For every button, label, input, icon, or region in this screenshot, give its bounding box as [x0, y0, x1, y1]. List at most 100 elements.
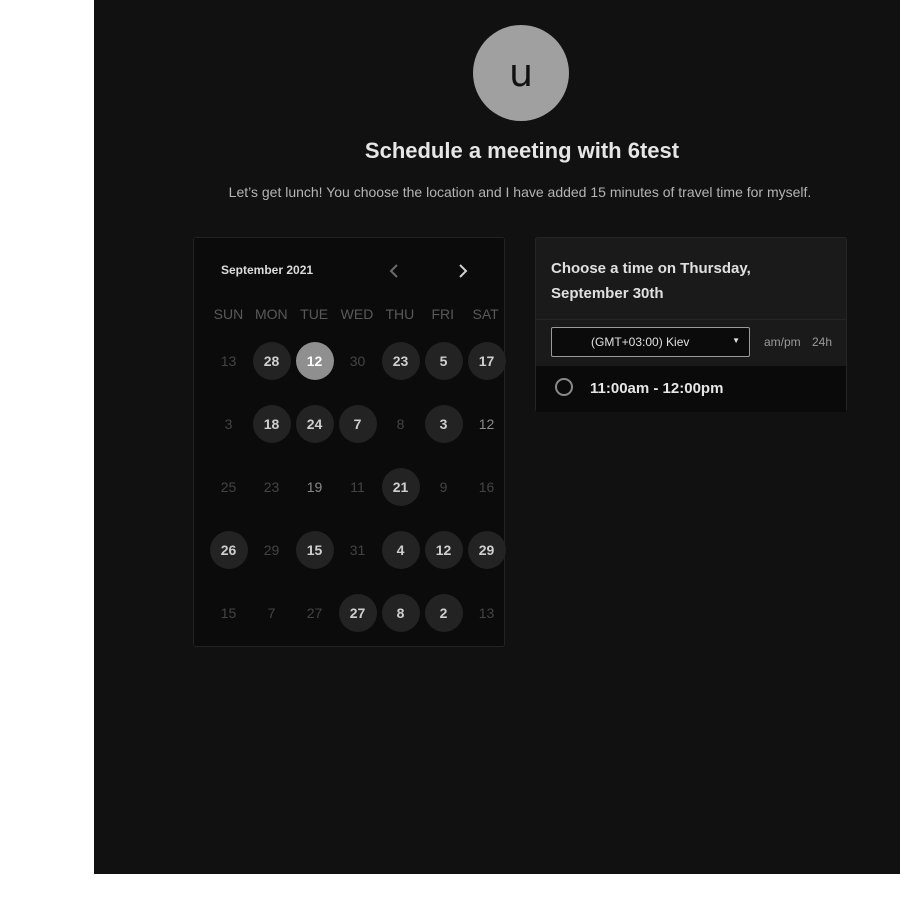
calendar-week-row: 15 7 27 27 8 2 13: [207, 594, 508, 657]
divider: [536, 319, 846, 320]
weekday-label: SUN: [213, 306, 244, 322]
calendar-day[interactable]: 23: [379, 342, 422, 405]
day-grid: 13 28 12 30 23 5 17 3 18 24 7 8 3 12 25 23 19 11 21 9 16 26 29…: [207, 342, 508, 657]
calendar-day-label: 3: [224, 416, 233, 432]
calendar-day: 25: [207, 468, 250, 531]
calendar-day-label: 13: [478, 605, 495, 621]
caret-down-icon: ▼: [732, 336, 740, 345]
calendar-day[interactable]: 8: [379, 594, 422, 657]
time-picker-panel: Choose a time on Thursday, September 30t…: [535, 237, 847, 412]
next-month-button[interactable]: [452, 260, 474, 282]
calendar-day-label: 21: [381, 468, 420, 506]
calendar-day: 7: [250, 594, 293, 657]
calendar-day-label: 4: [381, 531, 420, 569]
calendar-day: 12: [465, 405, 508, 468]
calendar-day-selected[interactable]: 12: [293, 342, 336, 405]
calendar-day-label: 25: [220, 479, 237, 495]
calendar-day-label: 3: [424, 405, 463, 443]
calendar-day[interactable]: 15: [293, 531, 336, 594]
calendar-day-label: 7: [267, 605, 276, 621]
calendar-week-row: 3 18 24 7 8 3 12: [207, 405, 508, 468]
calendar-day-label: 15: [295, 531, 334, 569]
calendar-day-label: 5: [424, 342, 463, 380]
calendar-day[interactable]: 27: [336, 594, 379, 657]
meeting-description: Let’s get lunch! You choose the location…: [228, 184, 812, 200]
ampm-format-toggle[interactable]: am/pm: [764, 335, 801, 349]
calendar-day-label: 8: [381, 594, 420, 632]
calendar-day: 16: [465, 468, 508, 531]
chevron-left-icon: [389, 264, 398, 278]
weekday-label: WED: [340, 306, 374, 322]
weekday-label: FRI: [431, 306, 454, 322]
calendar-day[interactable]: 29: [465, 531, 508, 594]
calendar-day-label: 24: [295, 405, 334, 443]
host-avatar: u: [473, 25, 569, 121]
calendar-day[interactable]: 7: [336, 405, 379, 468]
calendar-week-row: 25 23 19 11 21 9 16: [207, 468, 508, 531]
calendar-day[interactable]: 3: [422, 405, 465, 468]
calendar-day[interactable]: 21: [379, 468, 422, 531]
calendar-day[interactable]: 4: [379, 531, 422, 594]
calendar-day-label: 13: [220, 353, 237, 369]
calendar-day-label: 2: [424, 594, 463, 632]
calendar-day-label: 27: [306, 605, 323, 621]
time-slot-option[interactable]: 11:00am - 12:00pm: [536, 366, 846, 412]
weekday-label: THU: [385, 306, 415, 322]
calendar-day-label: 27: [338, 594, 377, 632]
calendar-day: 19: [293, 468, 336, 531]
calendar-day[interactable]: 28: [250, 342, 293, 405]
chevron-right-icon: [459, 264, 468, 278]
calendar-day-label: 28: [252, 342, 291, 380]
calendar-day: 15: [207, 594, 250, 657]
calendar-day-label: 18: [252, 405, 291, 443]
timezone-value: (GMT+03:00) Kiev: [591, 335, 690, 349]
calendar-day[interactable]: 2: [422, 594, 465, 657]
timezone-select[interactable]: (GMT+03:00) Kiev ▼: [551, 327, 750, 357]
calendar-day: 27: [293, 594, 336, 657]
weekday-label: SAT: [472, 306, 499, 322]
calendar-day: 11: [336, 468, 379, 531]
calendar-day-label: 23: [263, 479, 280, 495]
calendar-day[interactable]: 5: [422, 342, 465, 405]
calendar-day[interactable]: 18: [250, 405, 293, 468]
calendar-day: 31: [336, 531, 379, 594]
calendar-day-label: 12: [424, 531, 463, 569]
page-title: Schedule a meeting with 6test: [364, 138, 680, 163]
calendar-day-label: 8: [396, 416, 405, 432]
calendar-day: 23: [250, 468, 293, 531]
calendar-day[interactable]: 24: [293, 405, 336, 468]
time-picker-heading: Choose a time on Thursday, September 30t…: [551, 260, 751, 302]
calendar-day[interactable]: 26: [207, 531, 250, 594]
calendar-day: 30: [336, 342, 379, 405]
month-label: September 2021: [221, 263, 314, 277]
calendar-day-label: 17: [467, 342, 506, 380]
calendar-day: 13: [207, 342, 250, 405]
calendar-day-label: 12: [478, 416, 495, 432]
date-picker-calendar: September 2021 SUN MON TUE WED THU FRI S…: [193, 237, 506, 647]
calendar-day: 13: [465, 594, 508, 657]
previous-month-button[interactable]: [383, 260, 405, 282]
calendar-day-label: 12: [295, 342, 334, 380]
calendar-day-label: 19: [306, 479, 323, 495]
calendar-day-label: 31: [349, 542, 366, 558]
calendar-day-label: 16: [478, 479, 495, 495]
avatar-initial: u: [508, 51, 534, 95]
radio-button-icon[interactable]: [555, 378, 573, 396]
24h-format-toggle[interactable]: 24h: [812, 335, 832, 349]
calendar-day-label: 30: [349, 353, 366, 369]
weekday-label: MON: [254, 306, 288, 322]
calendar-day-label: 11: [350, 479, 365, 495]
calendar-day-label: 26: [209, 531, 248, 569]
calendar-day[interactable]: 17: [465, 342, 508, 405]
calendar-day-label: 7: [338, 405, 377, 443]
calendar-day-label: 29: [263, 542, 280, 558]
calendar-day[interactable]: 12: [422, 531, 465, 594]
calendar-day: 3: [207, 405, 250, 468]
calendar-week-row: 13 28 12 30 23 5 17: [207, 342, 508, 405]
calendar-day-label: 23: [381, 342, 420, 380]
weekday-label: TUE: [300, 306, 329, 322]
calendar-day: 8: [379, 405, 422, 468]
calendar-day-label: 9: [439, 479, 448, 495]
calendar-day: 29: [250, 531, 293, 594]
calendar-day: 9: [422, 468, 465, 531]
